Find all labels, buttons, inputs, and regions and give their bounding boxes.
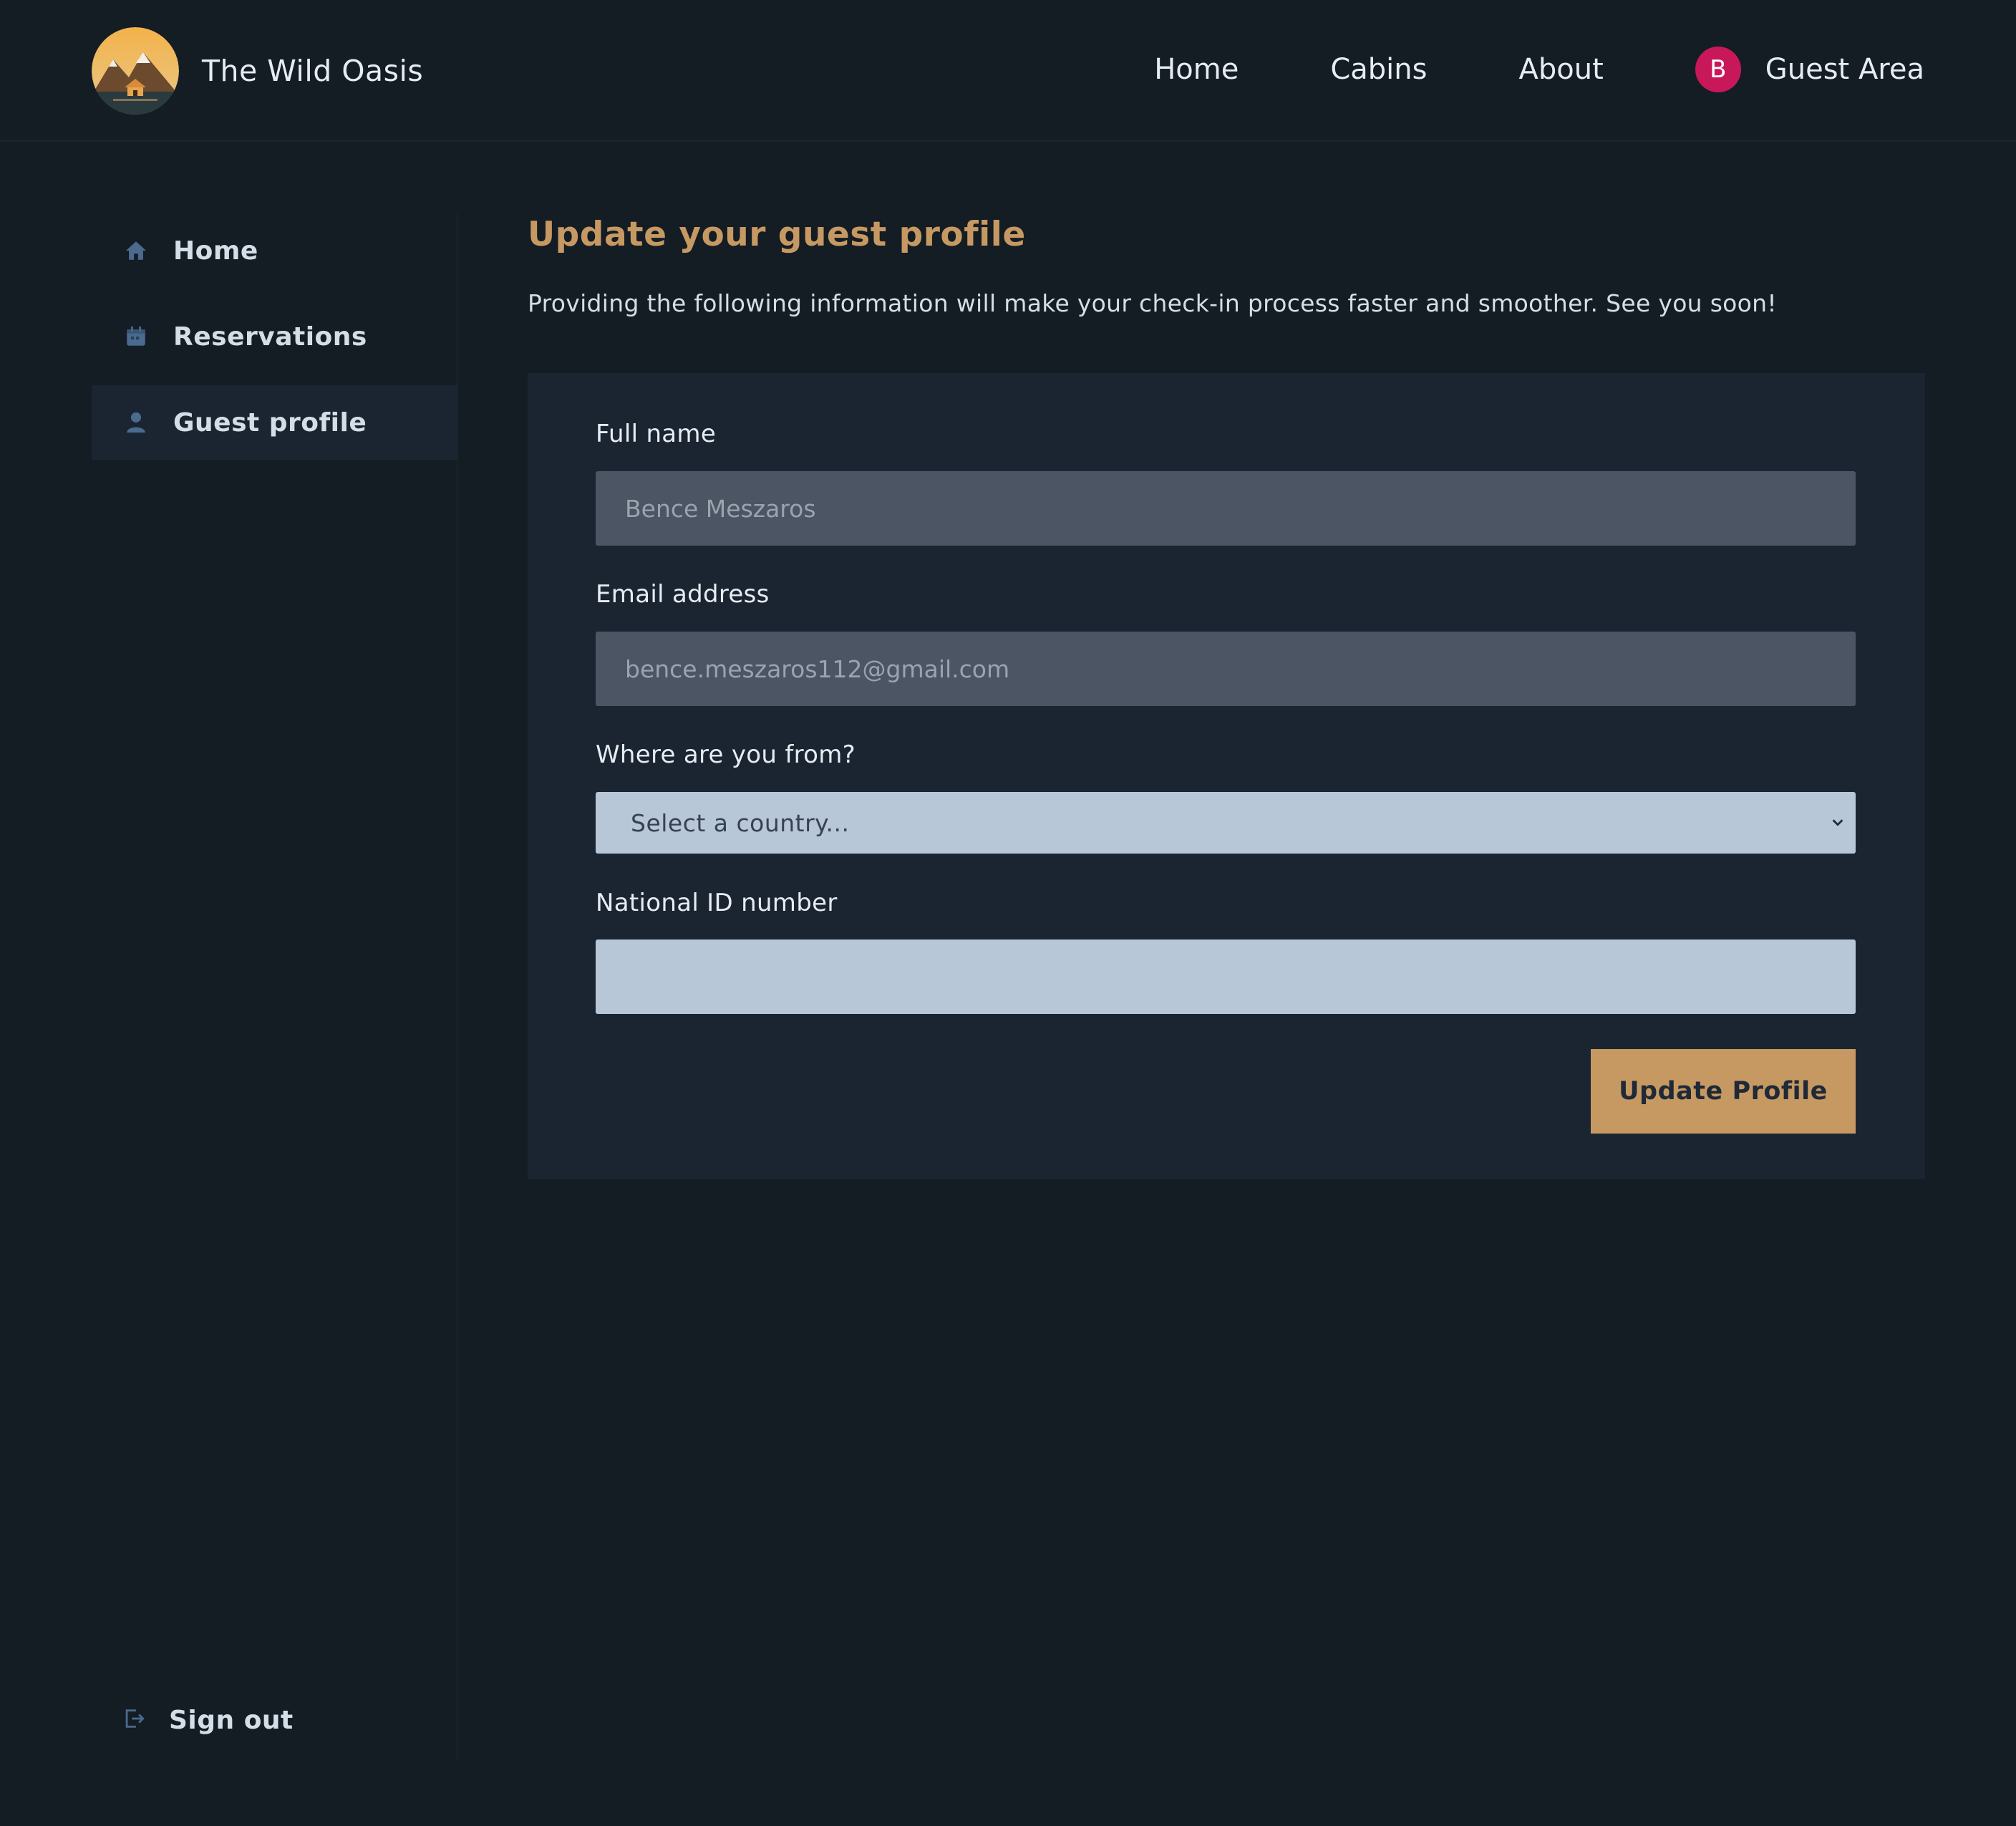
country-label: Where are you from? <box>596 740 856 769</box>
sidebar-item-home[interactable]: Home <box>92 213 458 288</box>
country-select[interactable]: Select a country... <box>596 792 1856 854</box>
sign-out-icon <box>122 1706 146 1734</box>
page-title: Update your guest profile <box>528 215 1026 254</box>
logo-icon <box>92 27 179 115</box>
full-name-label: Full name <box>596 420 717 448</box>
home-icon <box>122 236 150 265</box>
sidebar-item-label: Home <box>173 236 258 266</box>
email-field[interactable] <box>596 632 1856 706</box>
nav-about[interactable]: About <box>1518 53 1603 86</box>
nav-guest-area[interactable]: B Guest Area <box>1695 47 1924 92</box>
sidebar-item-label: Reservations <box>173 322 367 352</box>
full-name-field[interactable] <box>596 471 1856 546</box>
update-profile-button[interactable]: Update Profile <box>1591 1049 1856 1134</box>
national-id-field[interactable] <box>596 939 1856 1014</box>
sidebar-item-reservations[interactable]: Reservations <box>92 299 458 374</box>
brand-logo-link[interactable]: The Wild Oasis <box>92 27 423 115</box>
main-nav: Home Cabins About B Guest Area <box>1154 44 1924 95</box>
calendar-icon <box>122 322 150 351</box>
page-subtitle: Providing the following information will… <box>528 289 1777 317</box>
user-icon <box>122 408 150 437</box>
email-label: Email address <box>596 580 770 609</box>
guest-profile-form: Full name Email address Where are you fr… <box>528 373 1925 1179</box>
avatar: B <box>1695 47 1741 92</box>
guest-area-label: Guest Area <box>1765 53 1924 86</box>
chevron-down-icon <box>1832 819 1843 826</box>
brand-name: The Wild Oasis <box>202 54 424 88</box>
national-id-label: National ID number <box>596 889 838 917</box>
sign-out-label: Sign out <box>169 1705 294 1735</box>
sidebar-item-label: Guest profile <box>173 407 367 438</box>
sign-out-button[interactable]: Sign out <box>92 1683 458 1757</box>
sidebar-item-guest-profile[interactable]: Guest profile <box>92 385 458 460</box>
site-header: The Wild Oasis Home Cabins About B Guest… <box>0 0 2016 142</box>
nav-home[interactable]: Home <box>1154 53 1239 86</box>
account-sidebar: Home Reservations Guest profile <box>92 213 458 1760</box>
country-select-value: Select a country... <box>631 808 850 837</box>
nav-cabins[interactable]: Cabins <box>1330 53 1427 86</box>
